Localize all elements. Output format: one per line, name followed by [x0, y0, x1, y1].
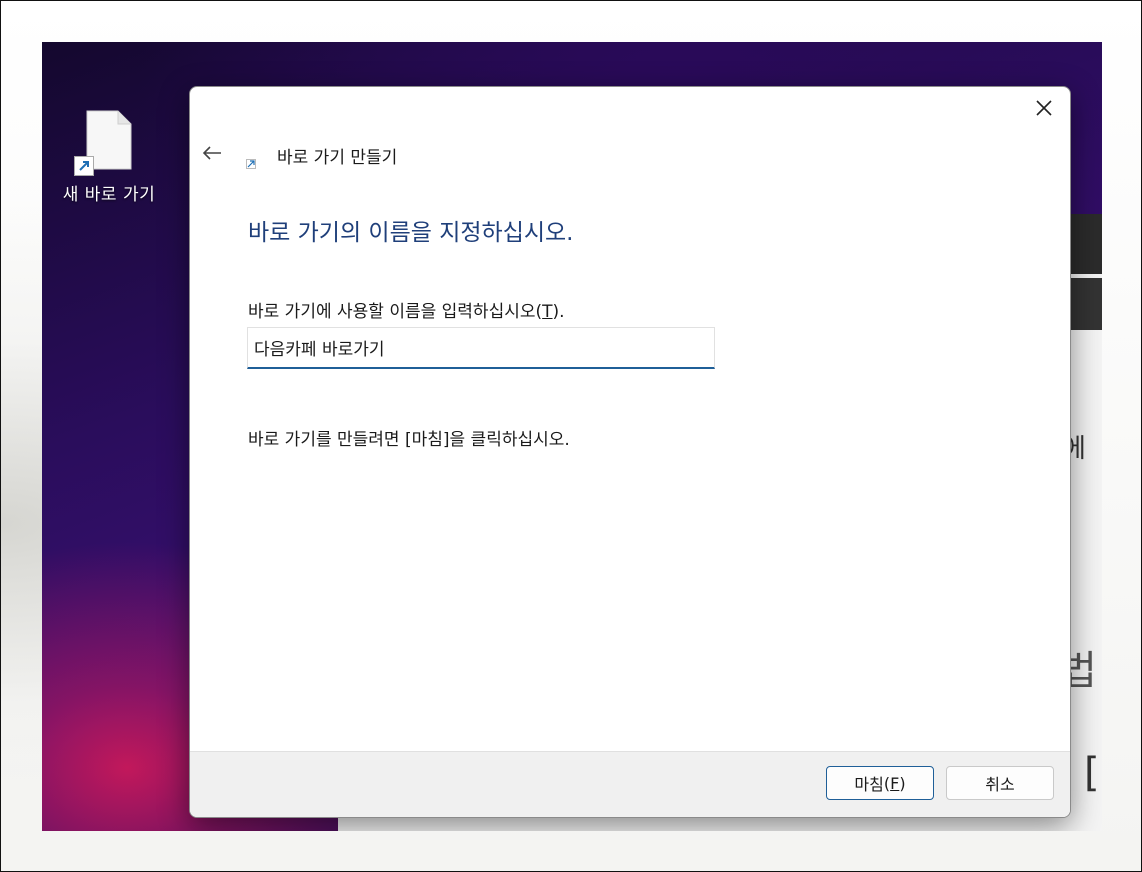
desktop-icon-label: 새 바로 가기	[62, 185, 156, 205]
page-heading: 바로 가기의 이름을 지정하십시오.	[248, 220, 574, 246]
back-arrow-icon[interactable]	[198, 139, 226, 167]
close-icon[interactable]	[1026, 93, 1062, 123]
finish-button-label: 마침	[854, 775, 884, 794]
file-shortcut-icon	[74, 110, 132, 176]
name-prompt-close: ).	[552, 302, 565, 322]
finish-instruction: 바로 가기를 만들려면 [마침]을 클릭하십시오.	[248, 430, 570, 450]
cancel-button[interactable]: 취소	[946, 766, 1054, 800]
name-prompt-mnemonic: T	[542, 302, 553, 322]
wizard-title: 바로 가기 만들기	[277, 148, 398, 168]
shortcut-arrow-icon	[74, 156, 94, 176]
desktop: 에 법 [ 새 바로 가기 바로 가기 만들기 바로 가기의 이름을 지정하십시…	[42, 42, 1102, 831]
create-shortcut-dialog: 바로 가기 만들기 바로 가기의 이름을 지정하십시오. 바로 가기에 사용할 …	[189, 86, 1071, 818]
name-prompt-label: 바로 가기에 사용할 이름을 입력하십시오(T).	[248, 297, 565, 322]
cancel-button-label: 취소	[985, 775, 1015, 794]
finish-button-close: )	[899, 773, 906, 793]
name-prompt-text: 바로 가기에 사용할 이름을 입력하십시오	[248, 302, 536, 322]
dialog-footer: 마침(F) 취소	[190, 751, 1070, 817]
finish-button-mnemonic: F	[890, 773, 900, 793]
desktop-shortcut-icon[interactable]: 새 바로 가기	[54, 110, 164, 205]
background-text-fragment: [	[1084, 750, 1100, 796]
shortcut-name-input[interactable]	[248, 328, 714, 367]
finish-button[interactable]: 마침(F)	[826, 766, 934, 800]
screenshot-frame: 에 법 [ 새 바로 가기 바로 가기 만들기 바로 가기의 이름을 지정하십시…	[0, 0, 1142, 872]
shortcut-wizard-icon	[246, 154, 256, 169]
shortcut-name-field[interactable]	[247, 327, 715, 369]
